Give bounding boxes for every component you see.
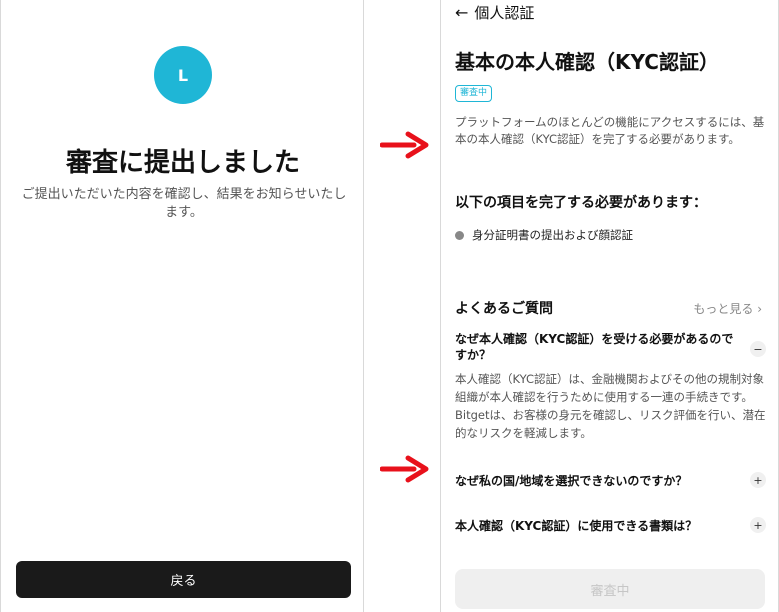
avatar: L [154,46,212,104]
kyc-title: 基本の本人確認（KYC認証） [455,50,719,74]
expand-icon[interactable]: + [750,472,766,488]
kyc-screen: ← 個人認証 基本の本人確認（KYC認証） 審査中 プラットフォームのほとんどの… [440,0,779,612]
faq-answer: 本人確認（KYC認証）は、金融機関およびその他の規制対象組織が本人確認を行うため… [455,372,766,440]
collapse-icon[interactable]: − [750,341,766,357]
clock-icon [455,230,464,240]
faq-heading: よくあるご質問 [455,301,553,317]
back-button[interactable]: 戻る [16,561,351,598]
faq-question[interactable]: なぜ私の国/地域を選択できないのですか？ [455,472,687,489]
back-arrow-icon[interactable]: ← [455,3,468,22]
red-arrow-icon [380,455,429,483]
page-title: 審査に提出しました [65,148,300,178]
more-link[interactable]: もっと見る › [693,300,762,317]
submitted-description: ご提出いただいた内容を確認し、結果をお知らせいたします。 [21,187,347,220]
expand-icon[interactable]: + [750,517,766,533]
faq-question[interactable]: なぜ本人確認（KYC認証）を受ける必要があるのですか？ [455,331,735,363]
header: ← 個人認証 [455,0,534,24]
status-badge: 審査中 [455,85,493,102]
faq-question[interactable]: 本人確認（KYC認証）に使用できる書類は？ [455,517,697,534]
requirement-item: 身分証明書の提出および顔認証 [455,227,633,243]
header-title: 個人認証 [474,3,535,22]
reviewing-button[interactable]: 審査中 [455,569,765,609]
kyc-description: プラットフォームのほとんどの機能にアクセスするには、基本の本人確認（KYC認証）… [455,115,765,146]
requirements-heading: 以下の項目を完了する必要があります： [455,195,707,211]
requirement-label: 身分証明書の提出および顔認証 [472,228,633,242]
red-arrow-icon [380,131,429,159]
avatar-letter: L [177,65,189,85]
submission-screen: L 審査に提出しました ご提出いただいた内容を確認し、結果をお知らせいたします。… [0,0,364,612]
